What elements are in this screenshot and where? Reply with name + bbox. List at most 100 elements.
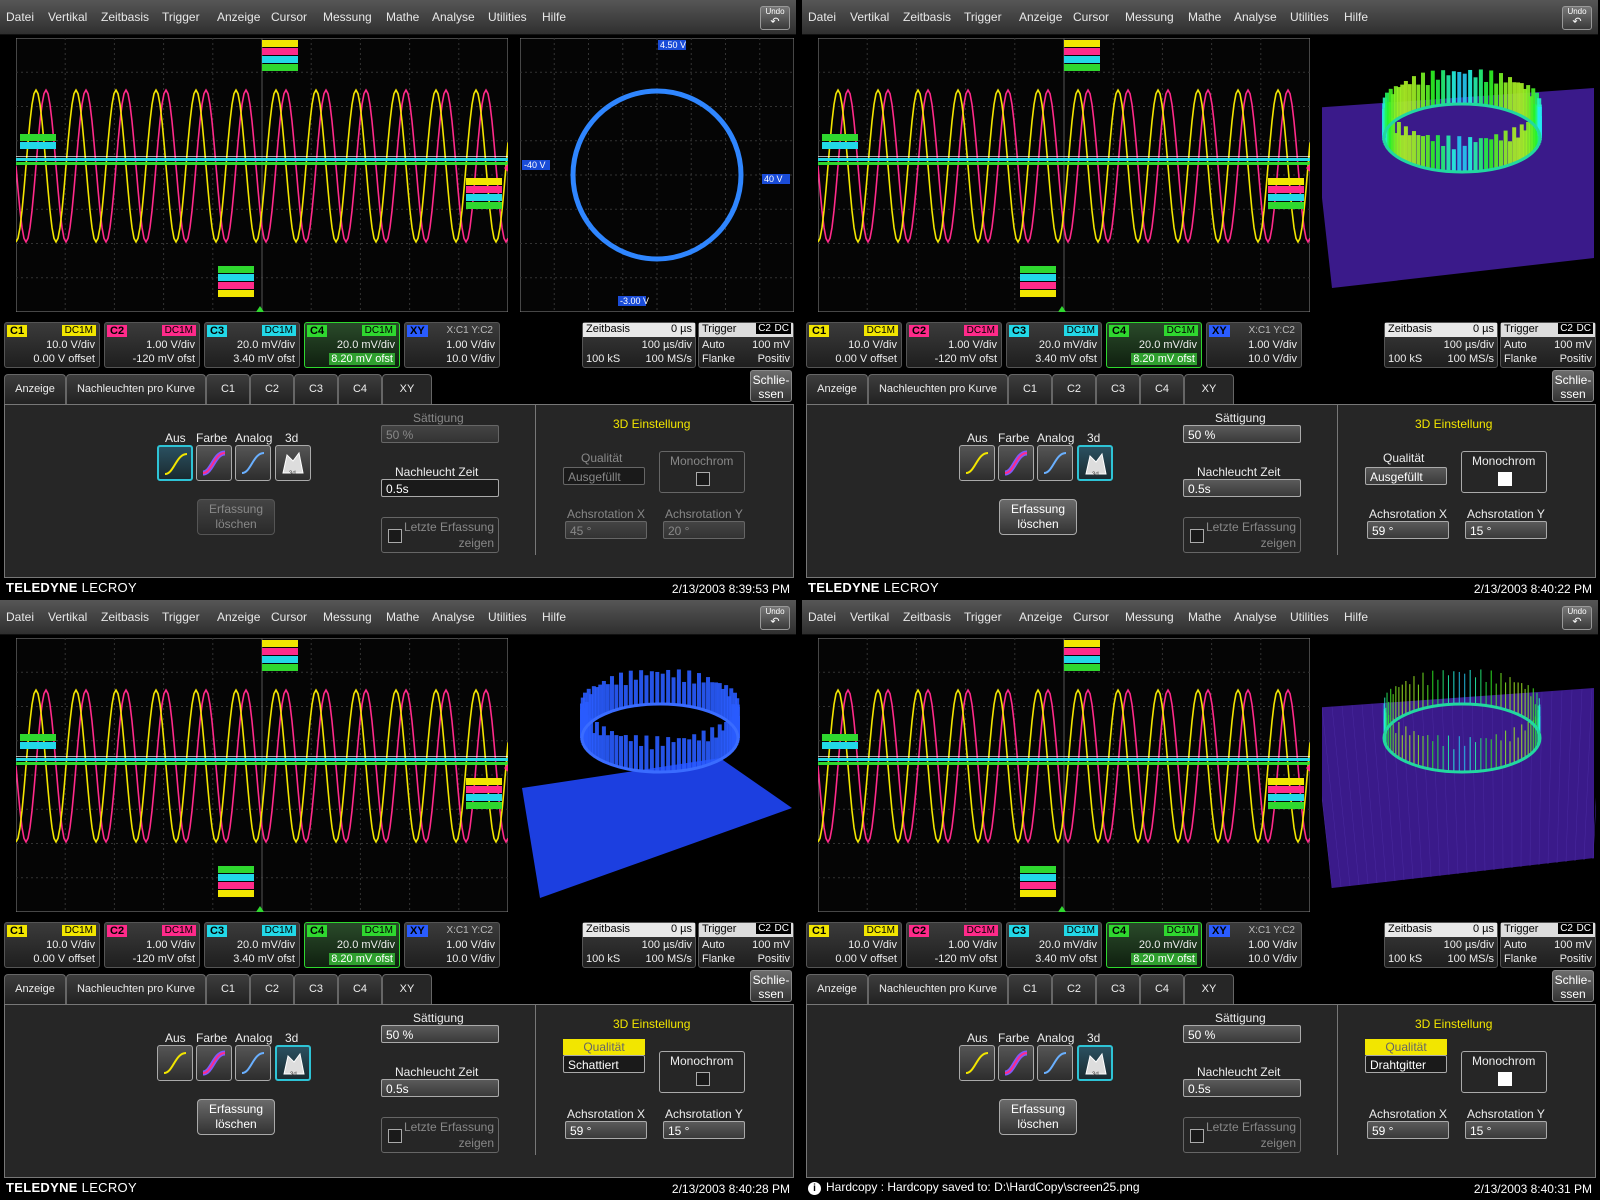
tab-5[interactable]: C4 xyxy=(1140,974,1184,1004)
tab-3[interactable]: C2 xyxy=(250,974,294,1004)
rotation-x-field[interactable]: 59 ° xyxy=(1367,521,1449,539)
menu-item-10[interactable]: Hilfe xyxy=(1344,610,1368,624)
quality-field[interactable]: Drahtgitter xyxy=(1365,1055,1447,1073)
menu-item-5[interactable]: Cursor xyxy=(271,10,307,24)
mode-button-aus[interactable] xyxy=(157,1045,193,1081)
mode-button-farbe[interactable] xyxy=(998,1045,1034,1081)
quality-field[interactable]: Ausgefüllt xyxy=(1365,467,1447,485)
tab-2[interactable]: C1 xyxy=(206,974,250,1004)
monochrome-checkbox[interactable] xyxy=(1498,472,1512,486)
tab-3[interactable]: C2 xyxy=(1052,974,1096,1004)
last-acquisition-checkbox[interactable] xyxy=(388,1129,402,1143)
mode-button-aus[interactable] xyxy=(959,445,995,481)
rotation-y-field[interactable]: 15 ° xyxy=(663,1121,745,1139)
menu-item-0[interactable]: Datei xyxy=(6,10,34,24)
persistence-time-field[interactable]: 0.5s xyxy=(381,1079,499,1097)
channel-descriptor-c4[interactable]: C4 DC1M 20.0 mV/div 8.20 mV ofst xyxy=(304,322,400,368)
menu-item-6[interactable]: Messung xyxy=(323,10,372,24)
rotation-y-field[interactable]: 15 ° xyxy=(1465,521,1547,539)
channel-descriptor-c3[interactable]: C3 DC1M 20.0 mV/div 3.40 mV ofst xyxy=(1006,322,1102,368)
channel-descriptor-c1[interactable]: C1 DC1M 10.0 V/div 0.00 V offset xyxy=(4,322,100,368)
tab-0[interactable]: Anzeige xyxy=(4,974,66,1004)
rotation-x-field[interactable]: 59 ° xyxy=(565,1121,647,1139)
menu-item-2[interactable]: Zeitbasis xyxy=(101,610,149,624)
tab-2[interactable]: C1 xyxy=(1008,374,1052,404)
last-acquisition-checkbox[interactable] xyxy=(1190,1129,1204,1143)
tab-4[interactable]: C3 xyxy=(294,974,338,1004)
menu-item-0[interactable]: Datei xyxy=(6,610,34,624)
menu-item-6[interactable]: Messung xyxy=(1125,10,1174,24)
menu-item-5[interactable]: Cursor xyxy=(271,610,307,624)
monochrome-box[interactable]: Monochrom xyxy=(1461,1051,1547,1093)
last-acquisition-box[interactable]: Letzte Erfassung zeigen xyxy=(381,517,499,553)
menu-item-10[interactable]: Hilfe xyxy=(542,610,566,624)
mode-button-analog[interactable] xyxy=(235,445,271,481)
persistence-time-field[interactable]: 0.5s xyxy=(1183,1079,1301,1097)
menu-item-10[interactable]: Hilfe xyxy=(1344,10,1368,24)
timebase-descriptor[interactable]: Zeitbasis 0 µs 100 µs/div 100 kS 100 MS/s xyxy=(1384,322,1498,368)
close-button[interactable]: Schlie- ssen xyxy=(750,370,792,402)
menu-item-8[interactable]: Analyse xyxy=(432,610,475,624)
menu-item-4[interactable]: Anzeige xyxy=(217,610,260,624)
mode-button-farbe[interactable] xyxy=(196,445,232,481)
last-acquisition-checkbox[interactable] xyxy=(388,529,402,543)
close-button[interactable]: Schlie- ssen xyxy=(750,970,792,1002)
channel-descriptor-c1[interactable]: C1 DC1M 10.0 V/div 0.00 V offset xyxy=(806,322,902,368)
mode-button-d3[interactable]: 3d xyxy=(275,445,311,481)
mode-button-farbe[interactable] xyxy=(998,445,1034,481)
tab-6[interactable]: XY xyxy=(382,974,432,1006)
channel-descriptor-xy[interactable]: XY X:C1 Y:C2 1.00 V/div 10.0 V/div xyxy=(404,922,500,968)
rotation-x-field[interactable]: 45 ° xyxy=(565,521,647,539)
tab-4[interactable]: C3 xyxy=(294,374,338,404)
menu-item-4[interactable]: Anzeige xyxy=(217,10,260,24)
close-button[interactable]: Schlie- ssen xyxy=(1552,370,1594,402)
channel-descriptor-c4[interactable]: C4 DC1M 20.0 mV/div 8.20 mV ofst xyxy=(1106,922,1202,968)
menu-item-2[interactable]: Zeitbasis xyxy=(101,10,149,24)
channel-descriptor-xy[interactable]: XY X:C1 Y:C2 1.00 V/div 10.0 V/div xyxy=(1206,322,1302,368)
tab-6[interactable]: XY xyxy=(1184,374,1234,406)
tab-1[interactable]: Nachleuchten pro Kurve xyxy=(868,374,1008,404)
menu-item-6[interactable]: Messung xyxy=(323,610,372,624)
waveform-grid[interactable] xyxy=(16,638,508,912)
monochrome-box[interactable]: Monochrom xyxy=(659,1051,745,1093)
saturation-field[interactable]: 50 % xyxy=(381,1025,499,1043)
persistence-time-field[interactable]: 0.5s xyxy=(1183,479,1301,497)
menu-item-1[interactable]: Vertikal xyxy=(850,10,889,24)
waveform-grid[interactable] xyxy=(16,38,508,312)
last-acquisition-box[interactable]: Letzte Erfassung zeigen xyxy=(381,1117,499,1153)
menu-item-1[interactable]: Vertikal xyxy=(850,610,889,624)
channel-descriptor-xy[interactable]: XY X:C1 Y:C2 1.00 V/div 10.0 V/div xyxy=(404,322,500,368)
mode-button-d3[interactable]: 3d xyxy=(1077,1045,1113,1081)
tab-6[interactable]: XY xyxy=(382,374,432,406)
channel-descriptor-xy[interactable]: XY X:C1 Y:C2 1.00 V/div 10.0 V/div xyxy=(1206,922,1302,968)
tab-2[interactable]: C1 xyxy=(206,374,250,404)
menu-item-3[interactable]: Trigger xyxy=(964,10,1002,24)
waveform-grid[interactable] xyxy=(818,638,1310,912)
menu-item-5[interactable]: Cursor xyxy=(1073,10,1109,24)
mode-button-analog[interactable] xyxy=(1037,445,1073,481)
channel-descriptor-c1[interactable]: C1 DC1M 10.0 V/div 0.00 V offset xyxy=(4,922,100,968)
monochrome-checkbox[interactable] xyxy=(1498,1072,1512,1086)
monochrome-box[interactable]: Monochrom xyxy=(1461,451,1547,493)
menu-item-9[interactable]: Utilities xyxy=(488,610,527,624)
saturation-field[interactable]: 50 % xyxy=(1183,425,1301,443)
menu-item-3[interactable]: Trigger xyxy=(964,610,1002,624)
channel-descriptor-c2[interactable]: C2 DC1M 1.00 V/div -120 mV ofst xyxy=(906,322,1002,368)
tab-1[interactable]: Nachleuchten pro Kurve xyxy=(66,974,206,1004)
menu-item-2[interactable]: Zeitbasis xyxy=(903,10,951,24)
menu-item-7[interactable]: Mathe xyxy=(386,610,419,624)
trigger-descriptor[interactable]: Trigger C2 DC Auto 100 mV Flanke Positiv xyxy=(1500,322,1596,368)
channel-descriptor-c4[interactable]: C4 DC1M 20.0 mV/div 8.20 mV ofst xyxy=(1106,322,1202,368)
rotation-y-field[interactable]: 20 ° xyxy=(663,521,745,539)
channel-descriptor-c2[interactable]: C2 DC1M 1.00 V/div -120 mV ofst xyxy=(104,322,200,368)
monochrome-box[interactable]: Monochrom xyxy=(659,451,745,493)
menu-item-6[interactable]: Messung xyxy=(1125,610,1174,624)
persistence-time-field[interactable]: 0.5s xyxy=(381,479,499,497)
clear-acquisition-button[interactable]: Erfassung löschen xyxy=(999,1099,1077,1135)
mode-button-d3[interactable]: 3d xyxy=(1077,445,1113,481)
menu-item-0[interactable]: Datei xyxy=(808,10,836,24)
menu-item-2[interactable]: Zeitbasis xyxy=(903,610,951,624)
menu-item-8[interactable]: Analyse xyxy=(1234,10,1277,24)
menu-item-3[interactable]: Trigger xyxy=(162,10,200,24)
mode-button-farbe[interactable] xyxy=(196,1045,232,1081)
